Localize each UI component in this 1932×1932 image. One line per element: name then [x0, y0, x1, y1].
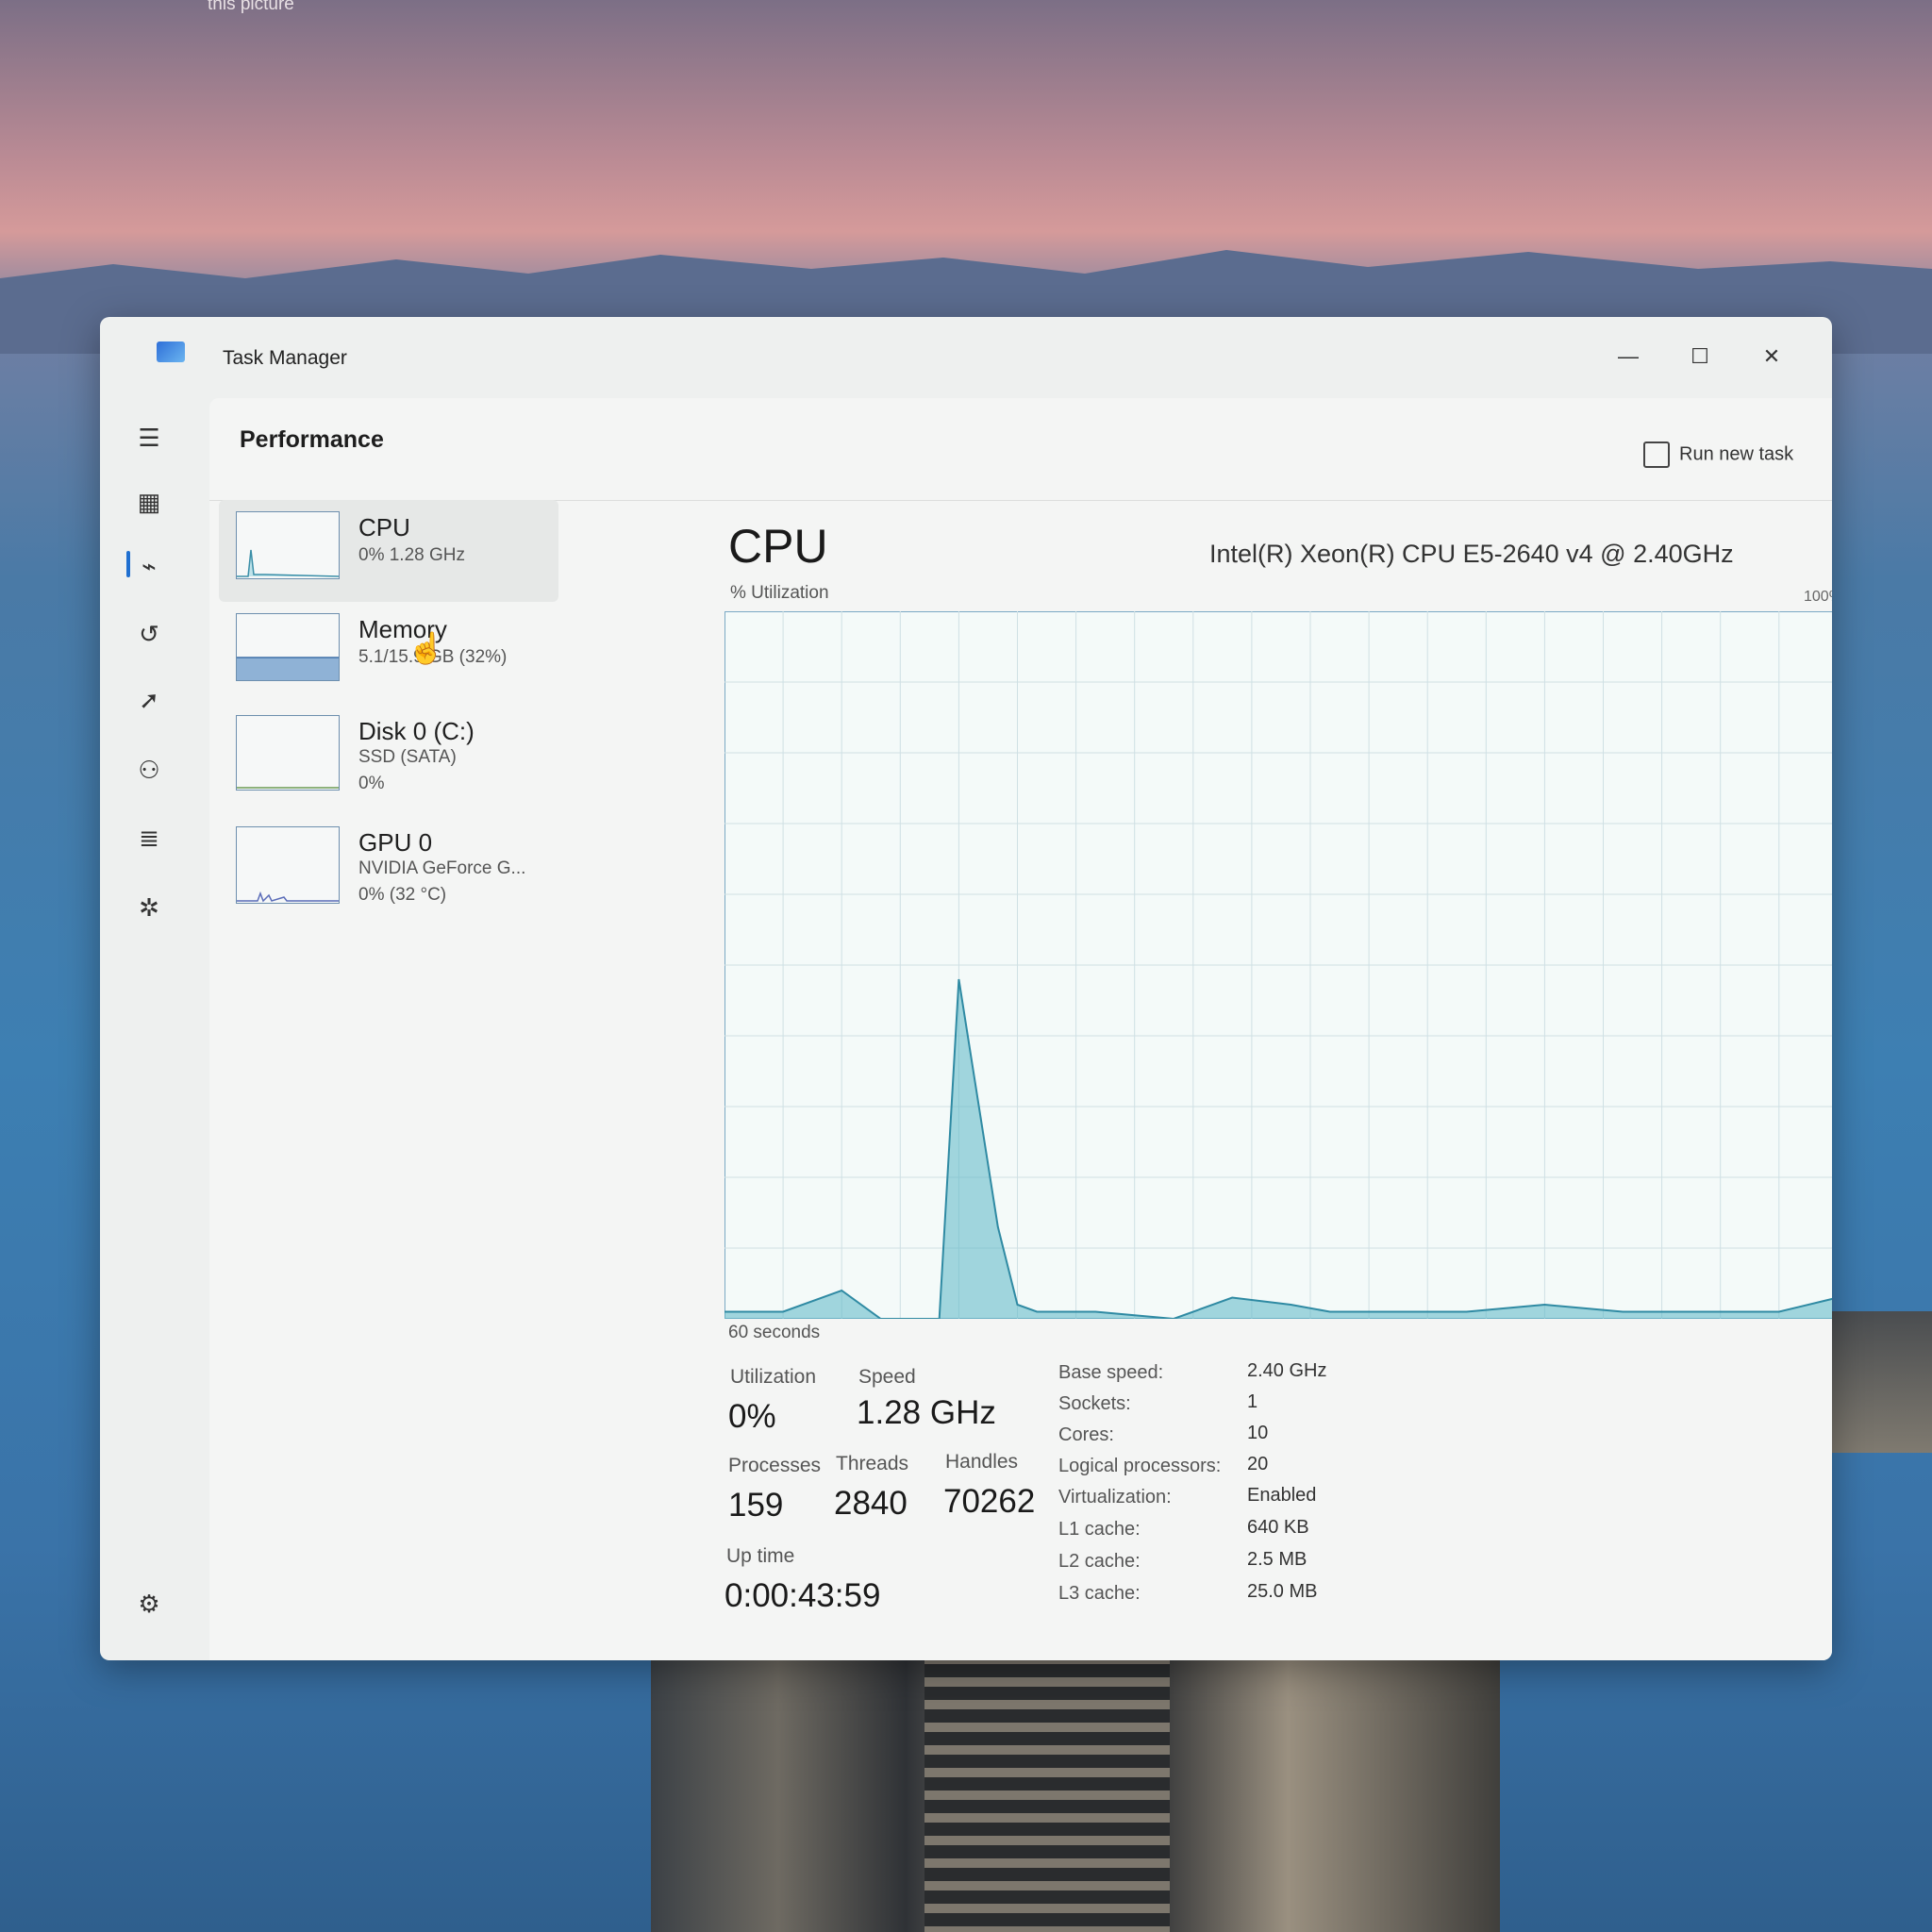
prop-key: Sockets: [1058, 1393, 1131, 1414]
app-history-icon[interactable]: ↺ [128, 613, 170, 655]
processes-value: 159 [728, 1487, 784, 1524]
nav-rail: ☰ ▦ ⌁ ↺ ➚ ⚇ ≣ ✲ ⚙ [100, 398, 191, 1660]
hamburger-menu-icon[interactable]: ☰ [128, 417, 170, 458]
cpu-model-name: Intel(R) Xeon(R) CPU E5-2640 v4 @ 2.40GH… [1209, 540, 1734, 568]
cpu-utilization-area [724, 979, 1832, 1319]
threads-label: Threads [836, 1453, 909, 1474]
run-new-task-label: Run new task [1679, 443, 1794, 465]
prop-value: 20 [1247, 1454, 1269, 1474]
cpu-heading: CPU [728, 520, 828, 573]
dock-right-background [1821, 1311, 1932, 1453]
title-bar[interactable]: Task Manager — ☐ ✕ [100, 317, 1832, 398]
device-detail: SSD (SATA) [358, 747, 457, 767]
threads-value: 2840 [834, 1485, 908, 1522]
utilization-axis-label: % Utilization [730, 583, 829, 603]
gpu-thumbnail-graph [236, 826, 340, 904]
cpu-thumbnail-graph [236, 511, 340, 579]
device-item-memory[interactable]: Memory 5.1/15.9 GB (32%) [219, 602, 558, 704]
device-item-disk[interactable]: Disk 0 (C:) SSD (SATA) 0% [219, 704, 558, 806]
device-detail-secondary: 0% (32 °C) [358, 885, 447, 905]
device-detail-secondary: 0% [358, 774, 385, 793]
cpu-utilization-line [724, 978, 1832, 1319]
prop-key: L2 cache: [1058, 1551, 1141, 1572]
prop-key: L3 cache: [1058, 1583, 1141, 1604]
handles-value: 70262 [943, 1483, 1036, 1520]
prop-value: 640 KB [1247, 1517, 1309, 1538]
chart-svg [724, 611, 1832, 1319]
prop-value: Enabled [1247, 1485, 1317, 1506]
processes-icon[interactable]: ▦ [128, 481, 170, 523]
memory-thumbnail-graph [236, 613, 340, 681]
uptime-label: Up time [726, 1545, 795, 1567]
utilization-value: 0% [728, 1398, 776, 1435]
disk-thumbnail-graph [236, 715, 340, 791]
background-caption: this picture [208, 0, 294, 14]
device-detail: NVIDIA GeForce G... [358, 858, 526, 878]
services-icon[interactable]: ✲ [128, 887, 170, 928]
minimize-icon[interactable]: — [1609, 340, 1647, 374]
cpu-utilization-chart [724, 611, 1832, 1319]
settings-gear-icon[interactable]: ⚙ [128, 1583, 170, 1624]
speed-label: Speed [858, 1366, 916, 1388]
uptime-value: 0:00:43:59 [724, 1577, 881, 1614]
startup-apps-icon[interactable]: ➚ [128, 679, 170, 721]
page-title: Performance [240, 426, 384, 453]
run-new-task-icon [1643, 441, 1670, 468]
users-icon[interactable]: ⚇ [128, 749, 170, 791]
time-span-label: 60 seconds [728, 1323, 821, 1342]
prop-value: 25.0 MB [1247, 1581, 1318, 1602]
task-manager-app-icon [157, 341, 185, 362]
details-icon[interactable]: ≣ [128, 817, 170, 858]
performance-page: Performance Run new task ... CPU 0% 1.28… [209, 398, 1832, 1660]
pier-slats-background [924, 1641, 1170, 1932]
prop-key: Virtualization: [1058, 1487, 1172, 1507]
device-name: Disk 0 (C:) [358, 717, 475, 745]
prop-key: Cores: [1058, 1424, 1114, 1445]
utilization-label: Utilization [730, 1366, 817, 1388]
prop-value: 10 [1247, 1423, 1269, 1443]
prop-key: Base speed: [1058, 1362, 1164, 1383]
window-title: Task Manager [223, 347, 347, 369]
hand-cursor-icon: ☝ [408, 631, 445, 665]
close-icon[interactable]: ✕ [1753, 340, 1790, 374]
performance-icon[interactable]: ⌁ [128, 545, 170, 587]
handles-label: Handles [945, 1451, 1019, 1473]
speed-value: 1.28 GHz [857, 1394, 996, 1431]
prop-value: 2.5 MB [1247, 1549, 1307, 1570]
device-name: GPU 0 [358, 828, 433, 857]
prop-key: Logical processors: [1058, 1456, 1222, 1476]
prop-value: 2.40 GHz [1247, 1360, 1327, 1381]
maximize-icon[interactable]: ☐ [1681, 340, 1719, 374]
run-new-task-button[interactable]: Run new task [1643, 441, 1793, 468]
task-manager-window: Task Manager — ☐ ✕ ☰ ▦ ⌁ ↺ ➚ ⚇ ≣ ✲ ⚙ Per… [100, 317, 1832, 1660]
prop-value: 1 [1247, 1391, 1258, 1412]
prop-key: L1 cache: [1058, 1519, 1141, 1540]
device-item-cpu[interactable]: CPU 0% 1.28 GHz [219, 500, 558, 602]
max-percent-label: 100% [1804, 589, 1832, 605]
device-item-gpu[interactable]: GPU 0 NVIDIA GeForce G... 0% (32 °C) [219, 815, 558, 917]
device-detail: 0% 1.28 GHz [358, 545, 465, 565]
processes-label: Processes [728, 1455, 822, 1476]
device-name: CPU [358, 513, 410, 541]
